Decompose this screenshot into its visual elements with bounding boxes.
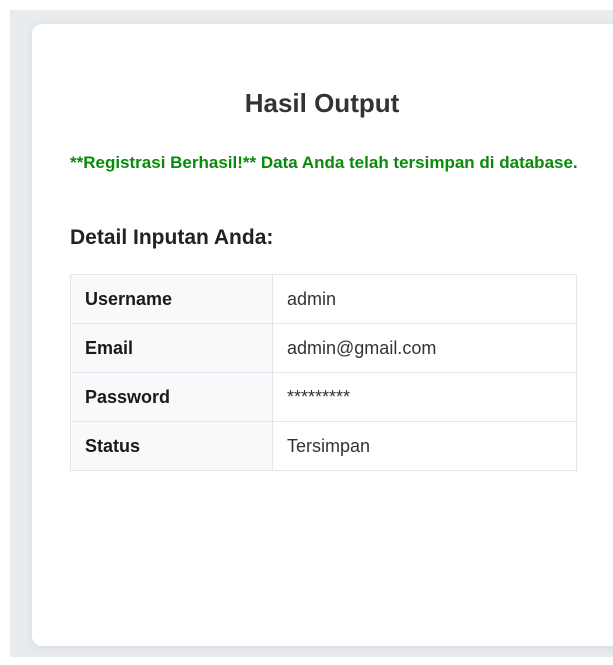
status-value: Tersimpan [272, 421, 577, 471]
email-label: Email [70, 323, 273, 373]
detail-heading: Detail Inputan Anda: [70, 226, 274, 249]
username-label: Username [70, 274, 273, 324]
output-card: Hasil Output **Registrasi Berhasil!** Da… [32, 24, 613, 646]
table-row-status: Status Tersimpan [70, 421, 577, 471]
email-value: admin@gmail.com [272, 323, 577, 373]
table-row-email: Email admin@gmail.com [70, 323, 577, 373]
password-value: ********* [272, 372, 577, 422]
table-row-username: Username admin [70, 274, 577, 324]
page-background: Hasil Output **Registrasi Berhasil!** Da… [10, 10, 613, 657]
page-title: Hasil Output [244, 88, 400, 118]
password-label: Password [70, 372, 273, 422]
table-row-password: Password ********* [70, 372, 577, 422]
status-label: Status [70, 421, 273, 471]
success-message: **Registrasi Berhasil!** Data Anda telah… [70, 153, 578, 172]
username-value: admin [272, 274, 577, 324]
detail-table: Username admin Email admin@gmail.com Pas… [70, 274, 577, 471]
